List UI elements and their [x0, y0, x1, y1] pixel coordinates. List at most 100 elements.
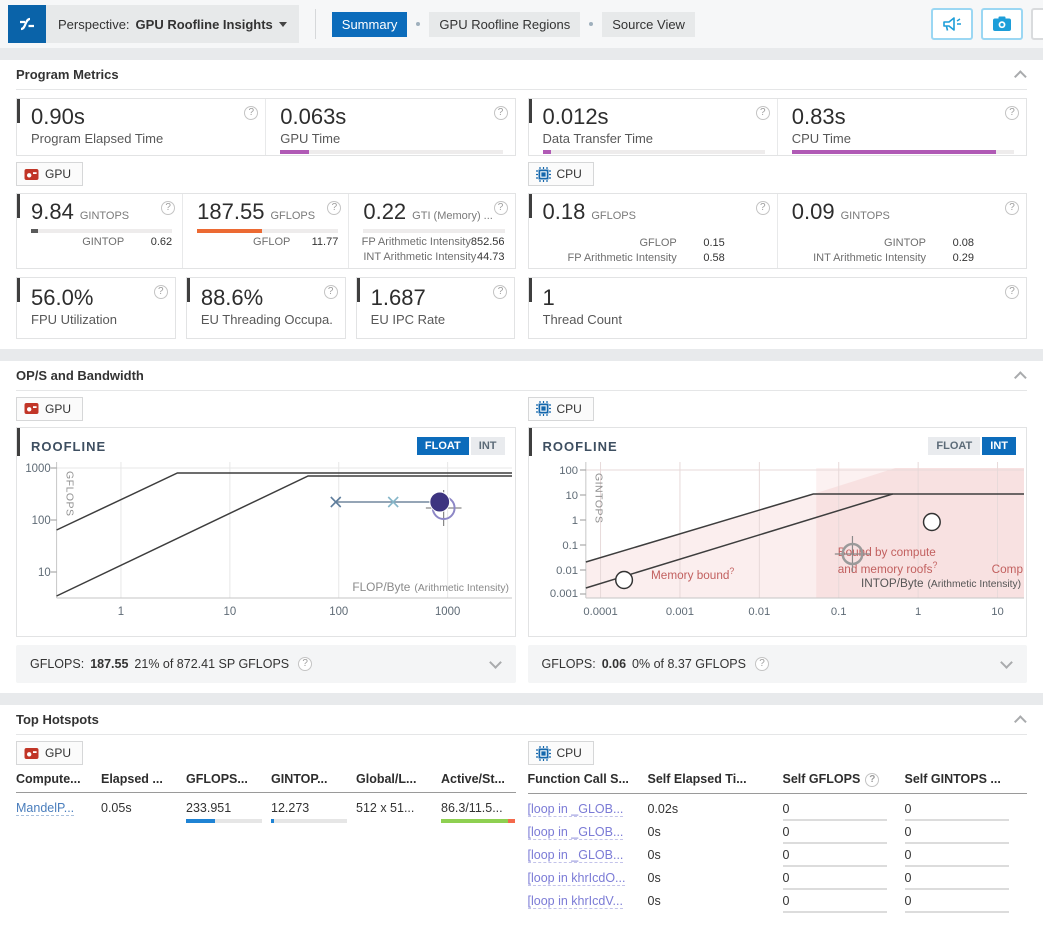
- toggle-int[interactable]: INT: [982, 437, 1016, 455]
- program-times-cpu-card: ? 0.012s Data Transfer Time ? 0.83s CPU …: [528, 98, 1028, 156]
- column-header[interactable]: Self Elapsed Ti...: [648, 772, 783, 786]
- metric-value: 0.22: [363, 199, 406, 225]
- help-icon[interactable]: ?: [324, 285, 338, 299]
- column-header[interactable]: Self GFLOPS?: [783, 772, 905, 787]
- metric-cpu-gintops: ? 0.09GINTOPS GINTOP0.08 INT Arithmetic …: [777, 194, 1026, 268]
- expand-chevron-icon[interactable]: [1000, 656, 1013, 669]
- roofline-title: ROOFLINE: [543, 439, 618, 454]
- help-icon[interactable]: ?: [1005, 285, 1019, 299]
- roofline-glyph-icon: [16, 13, 38, 35]
- feedback-button[interactable]: [931, 8, 973, 40]
- tab-source-view[interactable]: Source View: [602, 12, 695, 37]
- toggle-float[interactable]: FLOAT: [417, 437, 469, 455]
- function-link[interactable]: [loop in _GLOB...: [528, 825, 624, 840]
- gflops-cell: 0: [783, 894, 905, 913]
- column-header[interactable]: Self GINTOPS ...: [905, 772, 1026, 786]
- metric-label: CPU Time: [792, 131, 1014, 146]
- help-icon[interactable]: ?: [494, 201, 508, 215]
- gpu-gflops-summary[interactable]: GFLOPS: 187.55 21% of 872.41 SP GFLOPS ?: [16, 645, 516, 683]
- metric-value: 0.90s: [31, 104, 85, 130]
- collapse-chevron-icon[interactable]: [1014, 715, 1027, 728]
- kernel-dot-marker[interactable]: [430, 492, 450, 512]
- collapse-chevron-icon[interactable]: [1014, 70, 1027, 83]
- function-link[interactable]: [loop in khrIcdO...: [528, 871, 626, 886]
- function-link[interactable]: [loop in _GLOB...: [528, 848, 624, 863]
- progress-track: [363, 229, 504, 233]
- column-header[interactable]: Global/L...: [356, 772, 441, 786]
- elapsed-cell: 0s: [648, 825, 783, 839]
- help-icon[interactable]: ?: [493, 285, 507, 299]
- function-cell: [loop in khrIcdV...: [528, 894, 648, 912]
- elapsed-cell: 0s: [648, 894, 783, 908]
- column-header[interactable]: Active/St...: [441, 772, 515, 786]
- collapse-chevron-icon[interactable]: [1014, 371, 1027, 384]
- cpu-badge-label: CPU: [557, 402, 582, 416]
- gflops-cell: 0: [783, 848, 905, 867]
- column-header[interactable]: GINTOP...: [271, 772, 356, 786]
- gflops-cell: 0: [783, 825, 905, 844]
- cpu-roofline-chart[interactable]: Memory bound? Bound by compute and memor…: [529, 458, 1024, 626]
- loop-dot-marker[interactable]: [615, 572, 632, 589]
- help-icon[interactable]: ?: [1005, 201, 1019, 215]
- elapsed-cell: 0s: [648, 871, 783, 885]
- help-icon[interactable]: ?: [1005, 106, 1019, 120]
- float-int-toggle: FLOAT INT: [928, 437, 1016, 455]
- gflops-cell: 0: [783, 871, 905, 890]
- sub-value: 11.77: [290, 236, 338, 248]
- help-icon[interactable]: ?: [298, 657, 312, 671]
- column-header[interactable]: Compute...: [16, 772, 101, 786]
- gintops-cell: 0: [905, 894, 1026, 913]
- tab-summary[interactable]: Summary: [332, 12, 408, 37]
- metric-value: 88.6%: [201, 285, 263, 311]
- value-underline: [905, 865, 1009, 867]
- help-icon[interactable]: ?: [244, 106, 258, 120]
- help-icon[interactable]: ?: [755, 657, 769, 671]
- card-accent-tick: [17, 194, 20, 218]
- metric-value: 0.063s: [280, 104, 346, 130]
- metric-value: 0.18: [543, 199, 586, 225]
- help-icon[interactable]: ?: [161, 201, 175, 215]
- new-analysis-button[interactable]: [1031, 8, 1043, 40]
- column-header[interactable]: Function Call S...: [528, 772, 648, 786]
- expand-chevron-icon[interactable]: [489, 656, 502, 669]
- metric-value: 56.0%: [31, 285, 93, 311]
- megaphone-icon: [942, 15, 962, 33]
- cpu-gflops-summary[interactable]: GFLOPS: 0.06 0% of 8.37 GFLOPS ?: [528, 645, 1028, 683]
- help-icon[interactable]: ?: [154, 285, 168, 299]
- help-icon[interactable]: ?: [327, 201, 341, 215]
- column-header[interactable]: Elapsed ...: [101, 772, 186, 786]
- metric-value: 0.83s: [792, 104, 846, 130]
- function-link[interactable]: [loop in _GLOB...: [528, 802, 624, 817]
- column-header[interactable]: GFLOPS...: [186, 772, 271, 786]
- help-icon[interactable]: ?: [756, 106, 770, 120]
- progress-track: [197, 229, 338, 233]
- metric-unit: GFLOPS: [591, 210, 636, 222]
- gpu-roofline-chart[interactable]: 1000 100 10 1 10 100 1000 GFLOPS FLOP/By…: [17, 458, 512, 626]
- help-icon[interactable]: ?: [756, 201, 770, 215]
- help-icon[interactable]: ?: [494, 106, 508, 120]
- progress-track: [31, 229, 172, 233]
- tab-gpu-roofline-regions[interactable]: GPU Roofline Regions: [429, 12, 580, 37]
- perspective-value: GPU Roofline Insights: [136, 17, 273, 32]
- y-tick: 10: [38, 567, 51, 579]
- snapshot-button[interactable]: [981, 8, 1023, 40]
- compute-task-link[interactable]: MandelP...: [16, 801, 74, 816]
- card-accent-tick: [357, 278, 360, 302]
- sub-value: 0.62: [124, 236, 172, 248]
- metric-label: EU Threading Occupa...: [201, 312, 333, 327]
- value-underline: [905, 888, 1009, 890]
- loop-dot-marker[interactable]: [923, 514, 940, 531]
- toggle-float[interactable]: FLOAT: [928, 437, 980, 455]
- y-axis-label: GINTOPS: [592, 473, 603, 523]
- progress-fill: [792, 150, 996, 154]
- program-metrics-section: Program Metrics ? 0.90s Program Elapsed …: [0, 60, 1043, 349]
- y-tick: 0.01: [556, 565, 578, 577]
- help-icon[interactable]: ?: [865, 773, 879, 787]
- sub-value: 0.08: [926, 237, 974, 249]
- function-link[interactable]: [loop in khrIcdV...: [528, 894, 623, 909]
- perspective-selector[interactable]: Perspective: GPU Roofline Insights: [8, 5, 299, 43]
- summary-detail: 21% of 872.41 SP GFLOPS: [134, 657, 289, 671]
- ops-bandwidth-section: OP/S and Bandwidth GPU ROOFLINE FLOAT: [0, 361, 1043, 694]
- function-cell: [loop in _GLOB...: [528, 825, 648, 843]
- toggle-int[interactable]: INT: [471, 437, 505, 455]
